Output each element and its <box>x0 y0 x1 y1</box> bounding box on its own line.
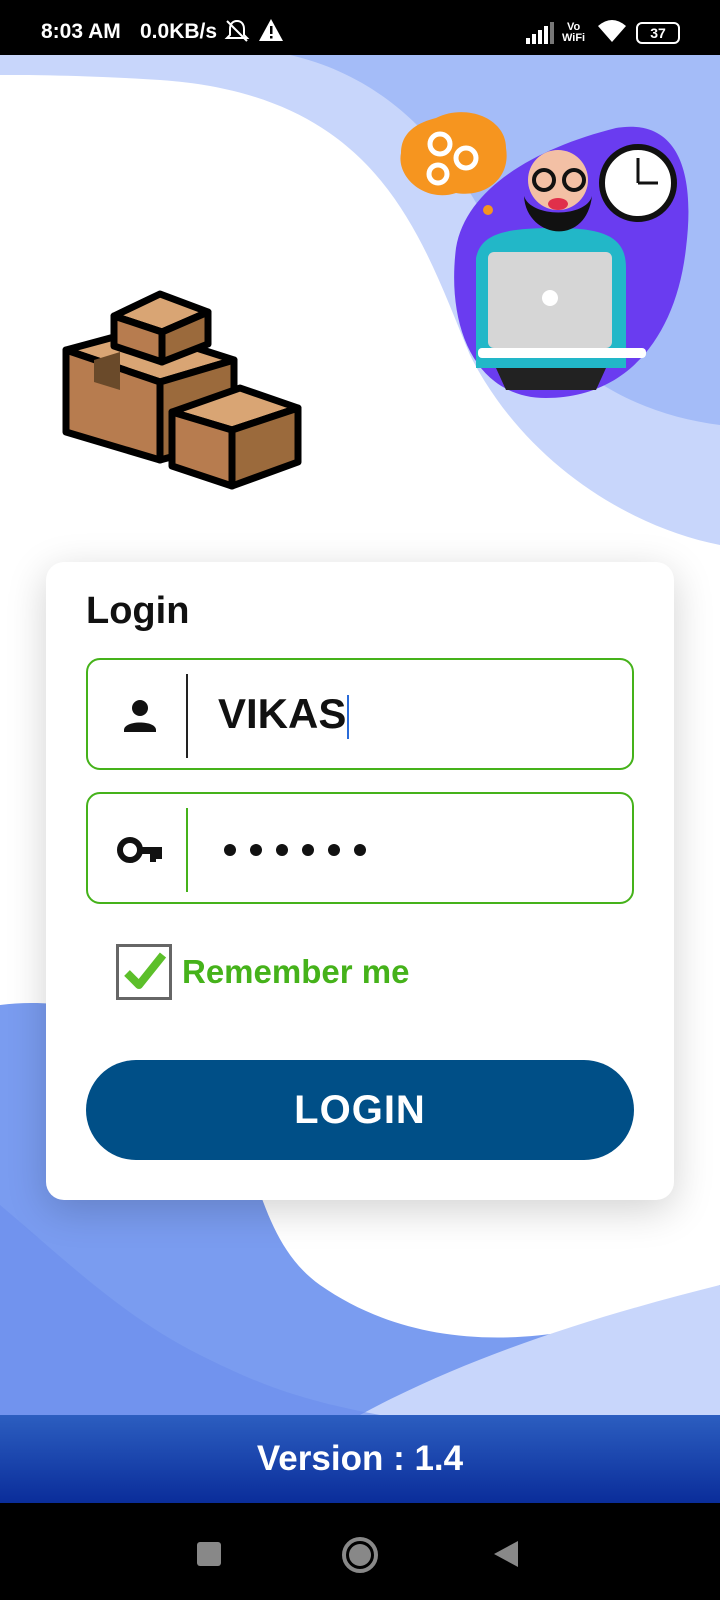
password-dot <box>302 844 314 856</box>
vowifi-bottom-label: WiFi <box>562 32 586 44</box>
warning-icon <box>259 19 283 41</box>
password-input[interactable] <box>224 844 366 856</box>
remember-checkbox[interactable] <box>116 944 172 1000</box>
password-divider <box>186 808 188 892</box>
password-dot <box>328 844 340 856</box>
network-speed: 0.0KB/s <box>140 20 218 43</box>
navigation-bar <box>0 1503 720 1600</box>
checkmark-icon <box>124 952 167 989</box>
status-bar: 8:03 AM 0.0KB/s Vo WiFi 37 <box>0 0 720 55</box>
version-label: Version : 1.4 <box>256 1439 464 1478</box>
login-title: Login <box>86 590 190 632</box>
remember-label: Remember me <box>182 953 410 990</box>
status-time: 8:03 AM <box>41 20 121 43</box>
username-divider <box>186 674 188 758</box>
developer-illustration <box>400 112 689 399</box>
battery-icon: 37 <box>636 22 680 44</box>
signal-icon <box>526 22 554 44</box>
username-input[interactable]: VIKAS <box>218 690 350 739</box>
recent-apps-icon[interactable] <box>196 1541 222 1567</box>
password-dot <box>224 844 236 856</box>
user-icon <box>124 700 156 732</box>
mute-bell-icon <box>224 19 250 42</box>
password-dot <box>250 844 262 856</box>
remember-me[interactable]: Remember me <box>116 944 409 1000</box>
text-cursor <box>347 694 350 739</box>
username-value: VIKAS <box>218 690 347 737</box>
back-icon[interactable] <box>492 1539 520 1569</box>
boxes-illustration <box>62 290 302 490</box>
password-dot <box>354 844 366 856</box>
password-dot <box>276 844 288 856</box>
home-icon[interactable] <box>340 1535 380 1575</box>
password-field[interactable] <box>86 792 634 904</box>
version-bar: Version : 1.4 <box>0 1415 720 1503</box>
battery-level: 37 <box>650 25 666 41</box>
key-icon <box>117 837 162 863</box>
username-field[interactable]: VIKAS <box>86 658 634 770</box>
login-button[interactable]: LOGIN <box>86 1060 634 1160</box>
vowifi-icon: Vo WiFi <box>562 22 585 44</box>
login-card: Login VIKAS Remember me LOGIN <box>46 562 674 1200</box>
wifi-icon <box>598 20 626 42</box>
